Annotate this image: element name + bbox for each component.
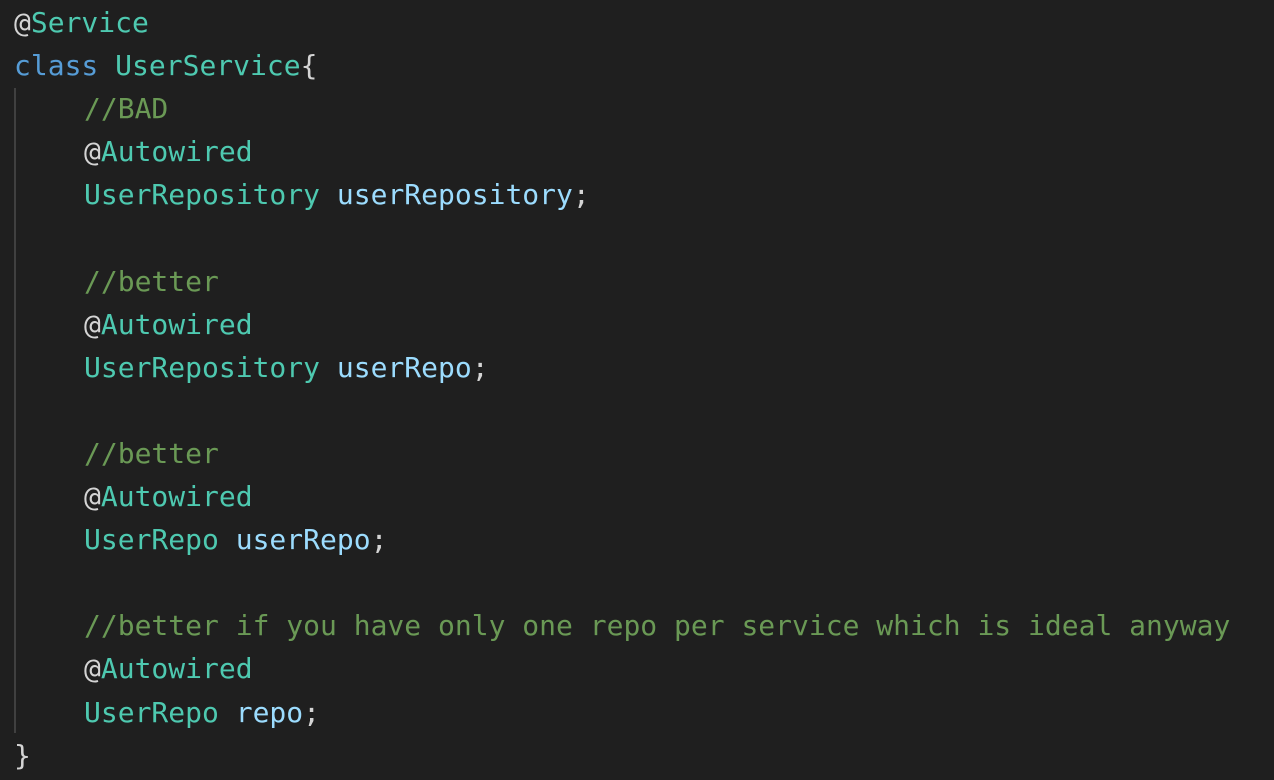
code-comment: //better: [84, 264, 219, 298]
code-line-3: //BAD: [0, 87, 1274, 130]
code-line-1: @Service: [0, 1, 1274, 44]
field-type: UserRepository: [84, 350, 321, 384]
semicolon: ;: [471, 350, 489, 384]
class-name: UserService: [115, 49, 301, 83]
code-line-12: @Autowired: [0, 475, 1274, 518]
field-name: userRepository: [336, 178, 573, 212]
code-comment: //better if you have only one repo per s…: [84, 609, 1231, 643]
code-line-11: //better: [0, 432, 1274, 475]
annotation-at: @: [84, 652, 101, 686]
annotation-at: @: [14, 6, 31, 39]
code-line-17: UserRepo repo;: [0, 691, 1274, 734]
class-keyword: class: [14, 49, 99, 83]
annotation-name: Service: [30, 6, 149, 39]
semicolon: ;: [572, 178, 590, 212]
field-name: userRepo: [235, 523, 371, 557]
code-line-15: //better if you have only one repo per s…: [0, 604, 1274, 647]
code-comment: //BAD: [84, 92, 169, 126]
code-line-7: //better: [0, 260, 1274, 303]
code-editor[interactable]: @Service class UserService{ //BAD @Autow…: [0, 0, 1274, 780]
code-line-8: @Autowired: [0, 303, 1274, 346]
code-line-13: UserRepo userRepo;: [0, 518, 1274, 561]
code-line-2: class UserService{: [0, 44, 1274, 87]
annotation-at: @: [84, 480, 101, 514]
code-comment: //better: [84, 436, 219, 470]
annotation-name: Autowired: [100, 652, 253, 686]
annotation-at: @: [84, 135, 101, 169]
open-brace: {: [300, 49, 318, 83]
field-name: userRepo: [336, 350, 472, 384]
field-name: repo: [235, 695, 304, 729]
code-line-18: }: [0, 734, 1274, 777]
field-type: UserRepository: [84, 178, 321, 212]
annotation-name: Autowired: [100, 135, 253, 169]
annotation-name: Autowired: [100, 480, 253, 514]
annotation-at: @: [84, 307, 101, 341]
semicolon: ;: [370, 523, 388, 557]
code-line-4: @Autowired: [0, 130, 1274, 173]
code-line-9: UserRepository userRepo;: [0, 346, 1274, 389]
code-line-5: UserRepository userRepository;: [0, 173, 1274, 216]
field-type: UserRepo: [84, 523, 219, 557]
close-brace: }: [14, 738, 31, 772]
semicolon: ;: [303, 695, 321, 729]
field-type: UserRepo: [84, 695, 219, 729]
annotation-name: Autowired: [100, 307, 253, 341]
code-line-16: @Autowired: [0, 647, 1274, 690]
